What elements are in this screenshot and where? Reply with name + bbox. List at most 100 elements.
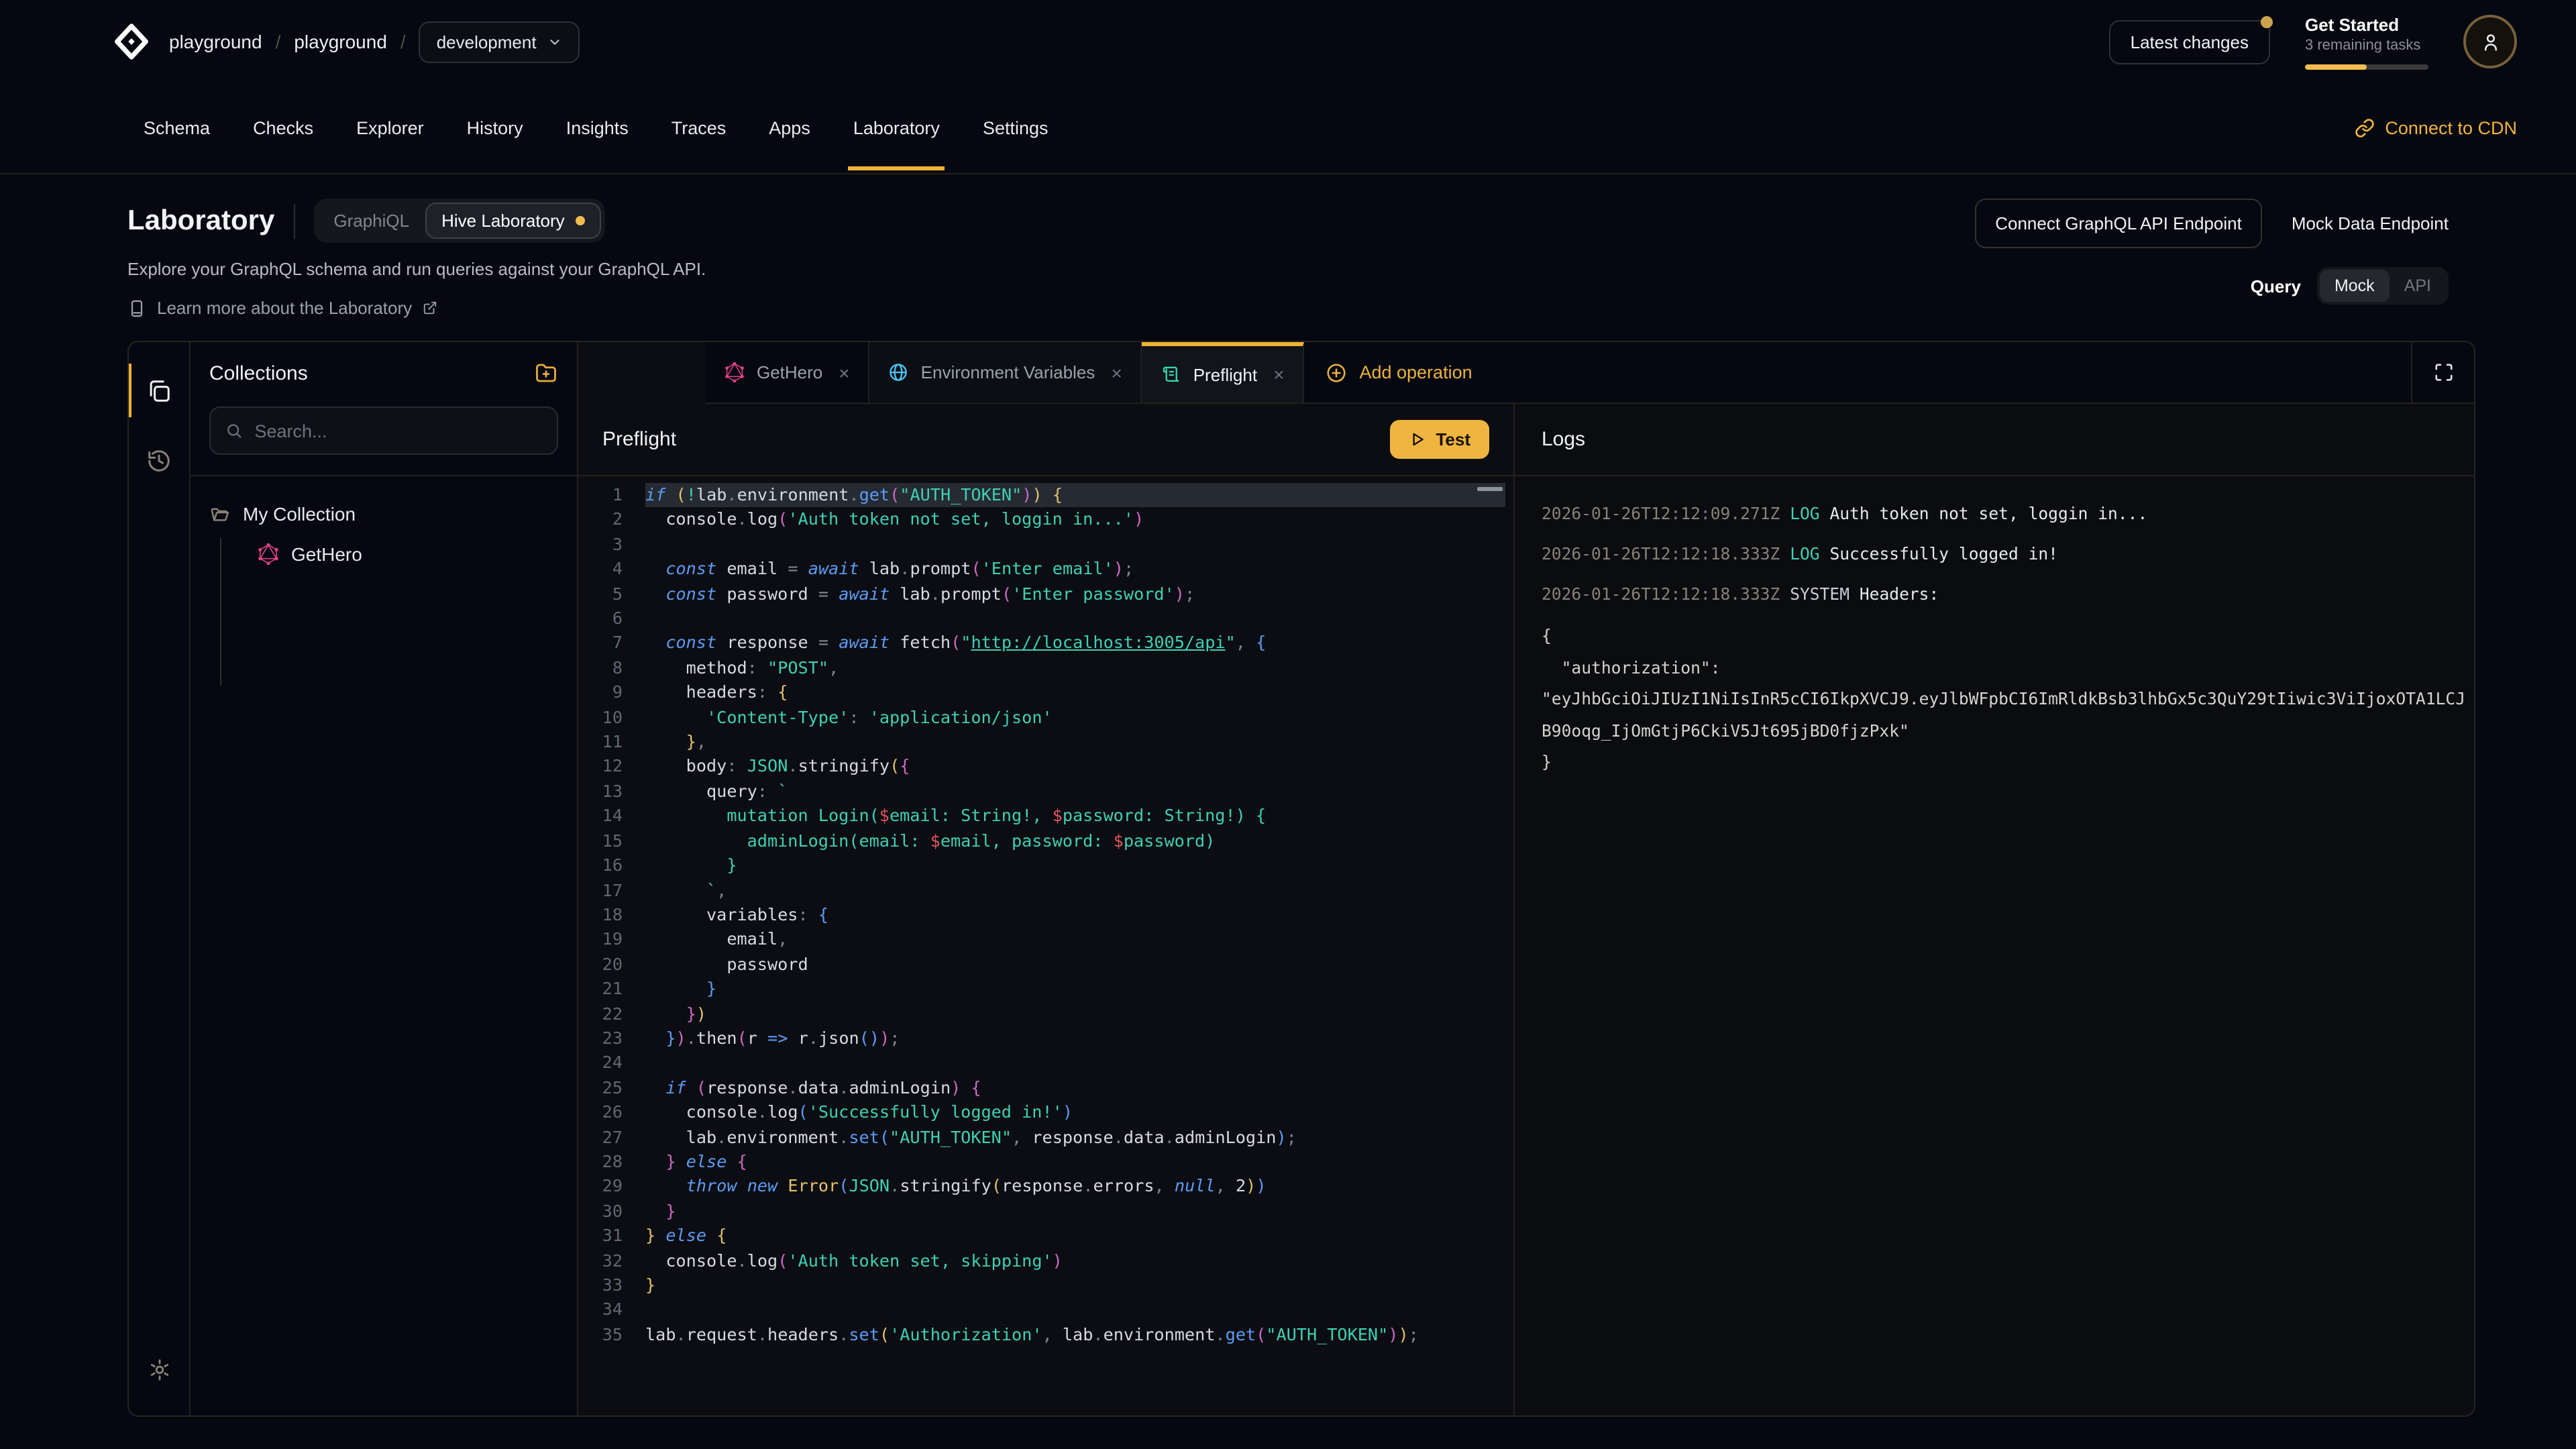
code-line-22[interactable]: 22 }) (578, 1002, 1513, 1026)
get-started-progress (2305, 64, 2428, 69)
nav-item-insights[interactable]: Insights (550, 86, 645, 170)
avatar[interactable] (2463, 15, 2517, 68)
code-line-29[interactable]: 29 throw new Error(JSON.stringify(respon… (578, 1175, 1513, 1199)
learn-more-link[interactable]: Learn more about the Laboratory (127, 298, 706, 318)
logs-output[interactable]: 2026-01-26T12:12:09.271Z LOG Auth token … (1515, 476, 2474, 1415)
get-started-widget[interactable]: Get Started 3 remaining tasks (2305, 14, 2428, 69)
code-line-32[interactable]: 32 console.log('Auth token set, skipping… (578, 1248, 1513, 1273)
line-number: 15 (578, 828, 645, 853)
close-tab-icon[interactable]: × (1111, 362, 1122, 383)
code-line-24[interactable]: 24 (578, 1051, 1513, 1076)
code-line-15[interactable]: 15 adminLogin(email: $email, password: $… (578, 828, 1513, 853)
get-started-title: Get Started (2305, 14, 2428, 36)
test-button[interactable]: Test (1390, 420, 1489, 459)
nav-item-settings[interactable]: Settings (967, 86, 1065, 170)
code-line-6[interactable]: 6 (578, 606, 1513, 631)
line-number: 1 (578, 483, 645, 508)
code-line-25[interactable]: 25 if (response.data.adminLogin) { (578, 1076, 1513, 1101)
nav-item-laboratory[interactable]: Laboratory (837, 86, 956, 170)
tab-environment-variables[interactable]: Environment Variables× (870, 342, 1142, 402)
code-line-17[interactable]: 17 `, (578, 878, 1513, 903)
breadcrumb-org[interactable]: playground (169, 31, 262, 52)
rail-collections-button[interactable] (128, 356, 190, 425)
mode-option-hive-laboratory[interactable]: Hive Laboratory (425, 203, 601, 239)
editor-scroll-handle[interactable] (1477, 487, 1503, 491)
code-line-18[interactable]: 18 variables: { (578, 903, 1513, 928)
add-operation-button[interactable]: Add operation (1304, 342, 1493, 402)
nav-item-traces[interactable]: Traces (655, 86, 743, 170)
line-number: 6 (578, 606, 645, 631)
close-tab-icon[interactable]: × (839, 362, 849, 383)
connect-graphql-endpoint-button[interactable]: Connect GraphQL API Endpoint (1975, 199, 2262, 248)
laboratory-panel: Collections My Collection (127, 341, 2475, 1417)
connect-to-cdn-link[interactable]: Connect to CDN (2354, 118, 2517, 138)
code-line-28[interactable]: 28 } else { (578, 1150, 1513, 1175)
collections-search[interactable] (209, 407, 558, 455)
code-line-9[interactable]: 9 headers: { (578, 681, 1513, 706)
tab-gethero[interactable]: GetHero× (706, 342, 870, 402)
collections-icon (146, 378, 172, 403)
operation-tab-bar: GetHero×Environment Variables×Preflight×… (706, 342, 2475, 404)
code-line-31[interactable]: 31} else { (578, 1224, 1513, 1248)
line-number: 7 (578, 631, 645, 656)
code-line-35[interactable]: 35lab.request.headers.set('Authorization… (578, 1323, 1513, 1348)
breadcrumb-project[interactable]: playground (294, 31, 387, 52)
code-line-11[interactable]: 11 }, (578, 730, 1513, 755)
code-line-4[interactable]: 4 const email = await lab.prompt('Enter … (578, 557, 1513, 582)
preflight-editor-header: Preflight Test (578, 404, 1513, 476)
collection-operation-gethero[interactable]: GetHero (258, 543, 558, 565)
rail-settings-button[interactable] (128, 1335, 190, 1405)
code-line-20[interactable]: 20 password (578, 952, 1513, 977)
hive-logo-icon[interactable] (113, 23, 150, 60)
code-line-33[interactable]: 33} (578, 1273, 1513, 1298)
query-option-mock[interactable]: Mock (2320, 270, 2390, 302)
nav-item-history[interactable]: History (451, 86, 539, 170)
collection-folder-my-collection[interactable]: My Collection (209, 503, 558, 525)
external-link-icon (423, 301, 437, 315)
code-line-21[interactable]: 21 } (578, 977, 1513, 1002)
collections-title: Collections (209, 362, 308, 384)
code-line-5[interactable]: 5 const password = await lab.prompt('Ent… (578, 582, 1513, 606)
query-label: Query (2251, 276, 2301, 296)
preflight-script-editor[interactable]: 1if (!lab.environment.get("AUTH_TOKEN"))… (578, 476, 1513, 1415)
notification-dot (2261, 15, 2273, 28)
code-line-7[interactable]: 7 const response = await fetch("http://l… (578, 631, 1513, 656)
code-line-2[interactable]: 2 console.log('Auth token not set, loggi… (578, 508, 1513, 533)
code-line-12[interactable]: 12 body: JSON.stringify({ (578, 755, 1513, 780)
user-icon (2479, 30, 2502, 53)
close-tab-icon[interactable]: × (1273, 364, 1284, 385)
mock-data-endpoint-button[interactable]: Mock Data Endpoint (2292, 213, 2449, 233)
nav-item-checks[interactable]: Checks (237, 86, 329, 170)
rail-history-button[interactable] (128, 425, 190, 495)
latest-changes-button[interactable]: Latest changes (2109, 19, 2270, 64)
mode-option-graphiql[interactable]: GraphiQL (317, 203, 425, 239)
code-line-14[interactable]: 14 mutation Login($email: String!, $pass… (578, 804, 1513, 829)
code-line-13[interactable]: 13 query: ` (578, 780, 1513, 804)
nav-item-explorer[interactable]: Explorer (340, 86, 440, 170)
collection-operation-label: GetHero (291, 543, 362, 565)
nav-item-apps[interactable]: Apps (753, 86, 826, 170)
code-line-34[interactable]: 34 (578, 1298, 1513, 1323)
code-line-8[interactable]: 8 method: "POST", (578, 656, 1513, 681)
code-line-1[interactable]: 1if (!lab.environment.get("AUTH_TOKEN"))… (578, 483, 1513, 508)
code-line-3[interactable]: 3 (578, 533, 1513, 557)
query-option-api[interactable]: API (2390, 270, 2446, 302)
search-input[interactable] (254, 421, 542, 441)
code-line-16[interactable]: 16 } (578, 853, 1513, 878)
target-selector[interactable]: development (419, 21, 580, 62)
tab-preflight[interactable]: Preflight× (1142, 342, 1305, 402)
code-line-23[interactable]: 23 }).then(r => r.json()); (578, 1026, 1513, 1051)
code-line-10[interactable]: 10 'Content-Type': 'application/json' (578, 705, 1513, 730)
preflight-title: Preflight (602, 428, 676, 451)
fullscreen-icon (2434, 362, 2454, 382)
nav-item-schema[interactable]: Schema (127, 86, 226, 170)
line-number: 24 (578, 1051, 645, 1076)
book-icon (127, 299, 146, 317)
code-line-27[interactable]: 27 lab.environment.set("AUTH_TOKEN", res… (578, 1125, 1513, 1150)
code-line-30[interactable]: 30 } (578, 1199, 1513, 1224)
code-line-26[interactable]: 26 console.log('Successfully logged in!'… (578, 1100, 1513, 1125)
code-line-19[interactable]: 19 email, (578, 928, 1513, 953)
fullscreen-button[interactable] (2411, 342, 2475, 402)
line-number: 28 (578, 1150, 645, 1175)
add-collection-button[interactable] (534, 361, 558, 385)
